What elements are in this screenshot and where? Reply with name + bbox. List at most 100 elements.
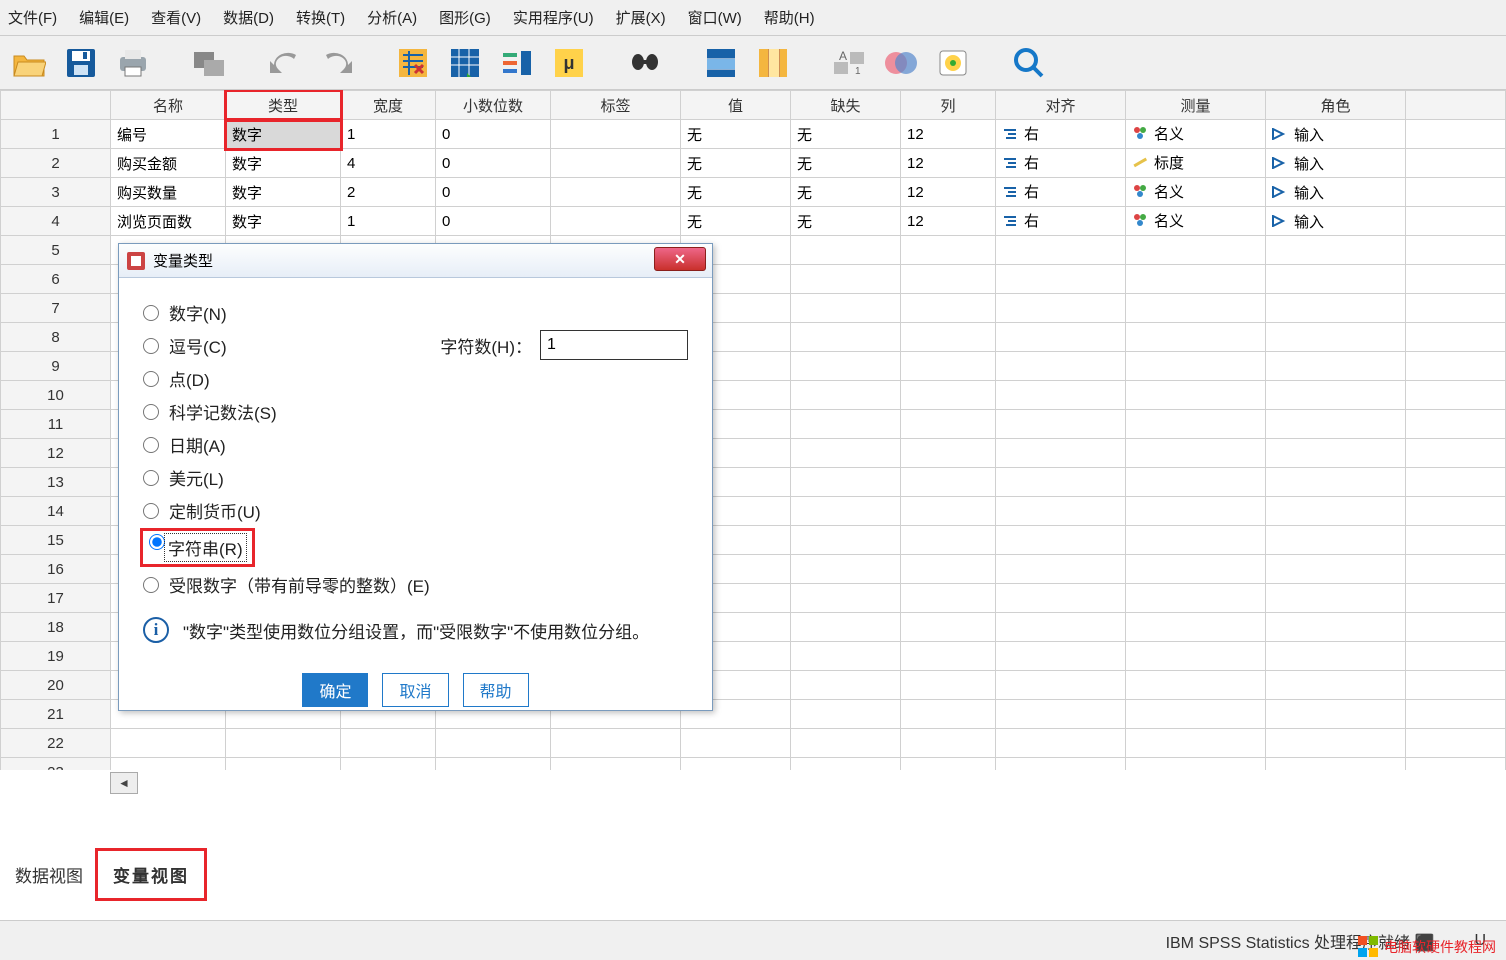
cell-type[interactable]: 数字 xyxy=(226,178,341,207)
cell-columns[interactable]: 12 xyxy=(901,120,996,149)
row-header[interactable]: 18 xyxy=(1,613,111,642)
cell-width[interactable]: 1 xyxy=(341,207,436,236)
recall-dialog-icon[interactable] xyxy=(188,42,230,84)
cell-decimals[interactable]: 0 xyxy=(436,120,551,149)
cell-role[interactable]: 输入 xyxy=(1266,149,1406,178)
radio-input[interactable] xyxy=(149,534,165,550)
help-button[interactable]: 帮助 xyxy=(463,673,529,707)
menu-data[interactable]: 数据(D) xyxy=(223,7,274,28)
row-header[interactable]: 12 xyxy=(1,439,111,468)
menu-graphs[interactable]: 图形(G) xyxy=(439,7,491,28)
goto-variable-icon[interactable] xyxy=(444,42,486,84)
col-header-values[interactable]: 值 xyxy=(681,91,791,120)
col-header-decimals[interactable]: 小数位数 xyxy=(436,91,551,120)
cell-values[interactable]: 无 xyxy=(681,207,791,236)
menu-edit[interactable]: 编辑(E) xyxy=(79,7,129,28)
cell-columns[interactable]: 12 xyxy=(901,149,996,178)
cell-decimals[interactable]: 0 xyxy=(436,178,551,207)
col-header-align[interactable]: 对齐 xyxy=(996,91,1126,120)
col-header-width[interactable]: 宽度 xyxy=(341,91,436,120)
insert-variable-icon[interactable] xyxy=(752,42,794,84)
scroll-left-button[interactable]: ◄ xyxy=(110,772,138,794)
row-header[interactable]: 7 xyxy=(1,294,111,323)
row-header[interactable]: 4 xyxy=(1,207,111,236)
cell-name[interactable]: 购买数量 xyxy=(111,178,226,207)
radio-option[interactable]: 日期(A) xyxy=(143,432,688,457)
cell-measure[interactable]: 标度 xyxy=(1126,149,1266,178)
col-header-name[interactable]: 名称 xyxy=(111,91,226,120)
menu-help[interactable]: 帮助(H) xyxy=(764,7,815,28)
value-labels-icon[interactable] xyxy=(1008,42,1050,84)
save-icon[interactable] xyxy=(60,42,102,84)
cell-align[interactable]: 右 xyxy=(996,149,1126,178)
variables-icon[interactable] xyxy=(496,42,538,84)
cell-role[interactable]: 输入 xyxy=(1266,178,1406,207)
col-header-measure[interactable]: 测量 xyxy=(1126,91,1266,120)
tab-data-view[interactable]: 数据视图 xyxy=(0,851,98,898)
row-header[interactable]: 14 xyxy=(1,497,111,526)
cell-label[interactable] xyxy=(551,120,681,149)
cell-type[interactable]: 数字 xyxy=(226,120,341,149)
row-header[interactable]: 2 xyxy=(1,149,111,178)
radio-option[interactable]: 定制货币(U) xyxy=(143,498,688,523)
radio-option[interactable]: 字符串(R) xyxy=(143,531,688,564)
insert-case-icon[interactable] xyxy=(700,42,742,84)
cell-measure[interactable]: 名义 xyxy=(1126,207,1266,236)
radio-input[interactable] xyxy=(143,503,159,519)
cell-name[interactable]: 浏览页面数 xyxy=(111,207,226,236)
cell-measure[interactable]: 名义 xyxy=(1126,178,1266,207)
cell-values[interactable]: 无 xyxy=(681,178,791,207)
cell-type[interactable]: 数字 xyxy=(226,207,341,236)
weight-cases-icon[interactable] xyxy=(880,42,922,84)
cell-decimals[interactable]: 0 xyxy=(436,207,551,236)
row-header[interactable]: 10 xyxy=(1,381,111,410)
cell-label[interactable] xyxy=(551,178,681,207)
cell-missing[interactable]: 无 xyxy=(791,149,901,178)
row-header[interactable]: 23 xyxy=(1,758,111,771)
radio-option[interactable]: 点(D) xyxy=(143,366,688,391)
tab-variable-view[interactable]: 变量视图 xyxy=(98,851,204,898)
redo-icon[interactable] xyxy=(316,42,358,84)
goto-case-icon[interactable] xyxy=(392,42,434,84)
row-header[interactable]: 8 xyxy=(1,323,111,352)
row-header[interactable]: 1 xyxy=(1,120,111,149)
radio-input[interactable] xyxy=(143,371,159,387)
cell-label[interactable] xyxy=(551,207,681,236)
cell-missing[interactable]: 无 xyxy=(791,120,901,149)
row-header[interactable]: 6 xyxy=(1,265,111,294)
cell-values[interactable]: 无 xyxy=(681,149,791,178)
menu-window[interactable]: 窗口(W) xyxy=(688,7,742,28)
cell-name[interactable]: 购买金额 xyxy=(111,149,226,178)
characters-input[interactable] xyxy=(540,330,688,360)
radio-input[interactable] xyxy=(143,404,159,420)
menu-view[interactable]: 查看(V) xyxy=(151,7,201,28)
cell-width[interactable]: 4 xyxy=(341,149,436,178)
row-header[interactable]: 17 xyxy=(1,584,111,613)
cell-label[interactable] xyxy=(551,149,681,178)
row-header[interactable]: 20 xyxy=(1,671,111,700)
find-icon[interactable] xyxy=(624,42,666,84)
menu-transform[interactable]: 转换(T) xyxy=(296,7,345,28)
radio-input[interactable] xyxy=(143,305,159,321)
cell-values[interactable]: 无 xyxy=(681,120,791,149)
row-header[interactable]: 11 xyxy=(1,410,111,439)
run-descriptives-icon[interactable]: μ xyxy=(548,42,590,84)
row-header[interactable]: 13 xyxy=(1,468,111,497)
ok-button[interactable]: 确定 xyxy=(302,673,368,707)
cell-decimals[interactable]: 0 xyxy=(436,149,551,178)
radio-option[interactable]: 受限数字（带有前导零的整数）(E) xyxy=(143,572,688,597)
col-header-type[interactable]: 类型 xyxy=(226,91,341,120)
row-header[interactable]: 9 xyxy=(1,352,111,381)
col-header-columns[interactable]: 列 xyxy=(901,91,996,120)
row-header[interactable]: 19 xyxy=(1,642,111,671)
radio-input[interactable] xyxy=(143,338,159,354)
cell-columns[interactable]: 12 xyxy=(901,207,996,236)
row-header[interactable]: 15 xyxy=(1,526,111,555)
menu-extensions[interactable]: 扩展(X) xyxy=(616,7,666,28)
cancel-button[interactable]: 取消 xyxy=(382,673,448,707)
cell-width[interactable]: 1 xyxy=(341,120,436,149)
cell-width[interactable]: 2 xyxy=(341,178,436,207)
radio-option[interactable]: 科学记数法(S) xyxy=(143,399,688,424)
undo-icon[interactable] xyxy=(264,42,306,84)
cell-missing[interactable]: 无 xyxy=(791,207,901,236)
